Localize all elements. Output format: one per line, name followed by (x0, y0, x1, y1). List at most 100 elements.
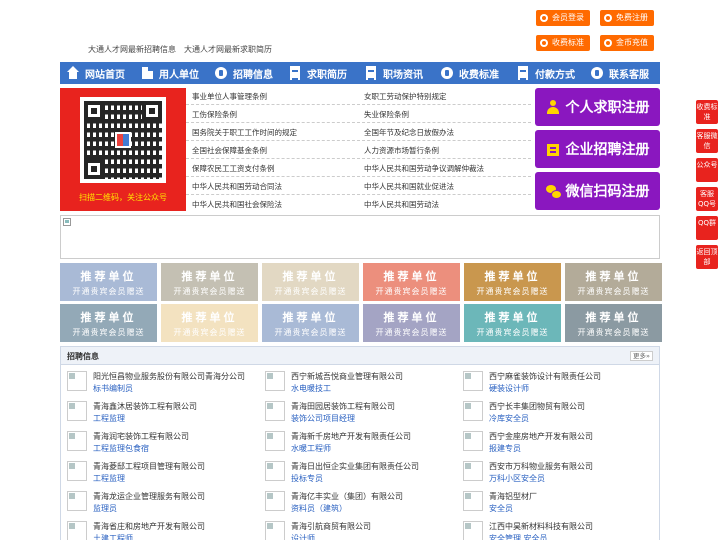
regulation-link[interactable]: 事业单位人事管理条例 (192, 91, 267, 102)
company-name[interactable]: 青海新千房地产开发有限责任公司 (291, 431, 411, 442)
gold-recharge-button[interactable]: 金币充值 (600, 35, 654, 51)
regulation-link[interactable]: 中华人民共和国劳动法 (364, 199, 439, 210)
regulation-link[interactable]: 工伤保险条例 (192, 109, 237, 120)
company-name[interactable]: 西宁长丰集团物贸有限公司 (489, 401, 585, 412)
job-position[interactable]: 万科小区安全员 (489, 473, 545, 484)
job-position[interactable]: 投标专员 (291, 473, 323, 484)
job-listing[interactable]: 青海润宅装饰工程有限公司 工程监理包食宿 (61, 429, 257, 457)
job-listing[interactable]: 青海鑫沐居装饰工程有限公司 工程监理 (61, 399, 257, 427)
nav-employers[interactable]: 用人单位 (134, 62, 208, 84)
nav-payment[interactable]: 付款方式 (510, 62, 584, 84)
regulation-link[interactable]: 中华人民共和国劳动合同法 (192, 181, 282, 192)
nav-recruit[interactable]: 招聘信息 (208, 62, 282, 84)
nav-service[interactable]: 联系客服 (584, 62, 660, 84)
regulation-link[interactable]: 失业保险条例 (364, 109, 409, 120)
regulation-link[interactable]: 中华人民共和国劳动争议调解仲裁法 (364, 163, 484, 174)
company-name[interactable]: 青海日出恒企实业集团有限责任公司 (291, 461, 419, 472)
company-name[interactable]: 青海引航商贸有限公司 (291, 521, 371, 532)
regulation-link[interactable]: 全国社会保障基金条例 (192, 145, 267, 156)
ad-banner-slot[interactable] (60, 215, 660, 259)
job-listing[interactable]: 青海亿丰实业（集团）有限公司 资料员（建筑） (259, 489, 455, 517)
wechat-register-button[interactable]: 微信扫码注册 (535, 172, 660, 210)
job-listing[interactable]: 青海菱邸工程项目管理有限公司 工程监理 (61, 459, 257, 487)
job-position[interactable]: 设计师 (291, 533, 315, 540)
company-name[interactable]: 青海亿丰实业（集团）有限公司 (291, 491, 403, 502)
job-position[interactable]: 监理员 (93, 503, 117, 514)
recommend-tile[interactable]: 推荐单位 开通贵宾会员赠送 (565, 304, 662, 342)
nav-fees[interactable]: 收费标准 (434, 62, 510, 84)
company-name[interactable]: 西宁新城吾悦商业管理有限公司 (291, 371, 403, 382)
job-position[interactable]: 水电暖技工 (291, 383, 331, 394)
regulation-link[interactable]: 中华人民共和国社会保险法 (192, 199, 282, 210)
job-position[interactable]: 报建专员 (489, 443, 521, 454)
company-name[interactable]: 青海菱邸工程项目管理有限公司 (93, 461, 205, 472)
company-name[interactable]: 青海铝型材厂 (489, 491, 537, 502)
job-listing[interactable]: 青海铝型材厂 安全员 (457, 489, 653, 517)
company-register-button[interactable]: 企业招聘注册 (535, 130, 660, 168)
recommend-tile[interactable]: 推荐单位 开通贵宾会员赠送 (464, 304, 561, 342)
recommend-tile[interactable]: 推荐单位 开通贵宾会员赠送 (161, 304, 258, 342)
latest-resumes-link[interactable]: 大通人才网最新求职简历 (184, 45, 272, 54)
company-name[interactable]: 青海龙运企业管理服务有限公司 (93, 491, 205, 502)
recommend-tile[interactable]: 推荐单位 开通贵宾会员赠送 (60, 263, 157, 301)
job-position[interactable]: 工程监理 (93, 473, 125, 484)
recommend-tile[interactable]: 推荐单位 开通贵宾会员赠送 (60, 304, 157, 342)
recommend-tile[interactable]: 推荐单位 开通贵宾会员赠送 (363, 304, 460, 342)
side-qq-button[interactable]: 客服QQ号 (696, 187, 718, 211)
job-seeker-register-button[interactable]: 个人求职注册 (535, 88, 660, 126)
nav-news[interactable]: 职场资讯 (358, 62, 434, 84)
company-name[interactable]: 青海鑫沐居装饰工程有限公司 (93, 401, 197, 412)
job-listing[interactable]: 西宁新城吾悦商业管理有限公司 水电暖技工 (259, 369, 455, 397)
recommend-tile[interactable]: 推荐单位 开通贵宾会员赠送 (161, 263, 258, 301)
job-position[interactable]: 装饰公司项目经理 (291, 413, 355, 424)
job-position[interactable]: 安全员 (489, 503, 513, 514)
job-position[interactable]: 土建工程师 (93, 533, 133, 540)
side-qq-group-button[interactable]: QQ群 (696, 216, 718, 240)
nav-resumes[interactable]: 求职简历 (282, 62, 358, 84)
recommend-tile[interactable]: 推荐单位 开通贵宾会员赠送 (363, 263, 460, 301)
recommend-tile[interactable]: 推荐单位 开通贵宾会员赠送 (464, 263, 561, 301)
job-position[interactable]: 标书编制员 (93, 383, 133, 394)
company-name[interactable]: 青海润宅装饰工程有限公司 (93, 431, 189, 442)
latest-jobs-link[interactable]: 大通人才网最新招聘信息 (88, 45, 176, 54)
side-official-account-button[interactable]: 公众号 (696, 158, 718, 182)
fee-standard-button[interactable]: 收费标准 (536, 35, 590, 51)
regulation-link[interactable]: 全国年节及纪念日放假办法 (364, 127, 454, 138)
job-position[interactable]: 水暖工程师 (291, 443, 331, 454)
job-listing[interactable]: 青海田园居装饰工程有限公司 装饰公司项目经理 (259, 399, 455, 427)
company-name[interactable]: 西宁金座房地产开发有限公司 (489, 431, 593, 442)
free-register-button[interactable]: 免费注册 (600, 10, 654, 26)
job-listing[interactable]: 江西中昊新材料科技有限公司 安全管理 安全员 (457, 519, 653, 540)
job-listing[interactable]: 西宁麻雀装饰设计有限责任公司 硬装设计师 (457, 369, 653, 397)
job-position[interactable]: 冷库安全员 (489, 413, 529, 424)
side-wechat-button[interactable]: 客服微信 (696, 129, 718, 153)
member-login-button[interactable]: 会员登录 (536, 10, 590, 26)
back-to-top-button[interactable]: 返回顶部 (696, 245, 718, 269)
nav-home[interactable]: 网站首页 (60, 62, 134, 84)
company-name[interactable]: 阳光恒昌物业服务股份有限公司青海分公司 (93, 371, 245, 382)
regulation-link[interactable]: 人力资源市场暂行条例 (364, 145, 439, 156)
job-listing[interactable]: 青海新千房地产开发有限责任公司 水暖工程师 (259, 429, 455, 457)
company-name[interactable]: 青海省庄和房地产开发有限公司 (93, 521, 205, 532)
job-listing[interactable]: 西安市万科物业服务有限公司 万科小区安全员 (457, 459, 653, 487)
more-link[interactable]: 更多» (630, 351, 653, 361)
job-position[interactable]: 资料员（建筑） (291, 503, 347, 514)
job-position[interactable]: 工程监理 (93, 413, 125, 424)
regulation-link[interactable]: 女职工劳动保护特别规定 (364, 91, 447, 102)
job-position[interactable]: 安全管理 安全员 (489, 533, 548, 540)
side-fees-button[interactable]: 收费标准 (696, 100, 718, 124)
regulation-link[interactable]: 中华人民共和国就业促进法 (364, 181, 454, 192)
company-name[interactable]: 江西中昊新材料科技有限公司 (489, 521, 593, 532)
company-name[interactable]: 西安市万科物业服务有限公司 (489, 461, 593, 472)
job-listing[interactable]: 青海省庄和房地产开发有限公司 土建工程师 (61, 519, 257, 540)
recommend-tile[interactable]: 推荐单位 开通贵宾会员赠送 (262, 263, 359, 301)
recommend-tile[interactable]: 推荐单位 开通贵宾会员赠送 (262, 304, 359, 342)
job-listing[interactable]: 西宁金座房地产开发有限公司 报建专员 (457, 429, 653, 457)
regulation-link[interactable]: 国务院关于职工工作时间的规定 (192, 127, 297, 138)
job-listing[interactable]: 青海龙运企业管理服务有限公司 监理员 (61, 489, 257, 517)
job-listing[interactable]: 青海日出恒企实业集团有限责任公司 投标专员 (259, 459, 455, 487)
job-position[interactable]: 工程监理包食宿 (93, 443, 149, 454)
job-listing[interactable]: 青海引航商贸有限公司 设计师 (259, 519, 455, 540)
job-listing[interactable]: 阳光恒昌物业服务股份有限公司青海分公司 标书编制员 (61, 369, 257, 397)
job-position[interactable]: 硬装设计师 (489, 383, 529, 394)
